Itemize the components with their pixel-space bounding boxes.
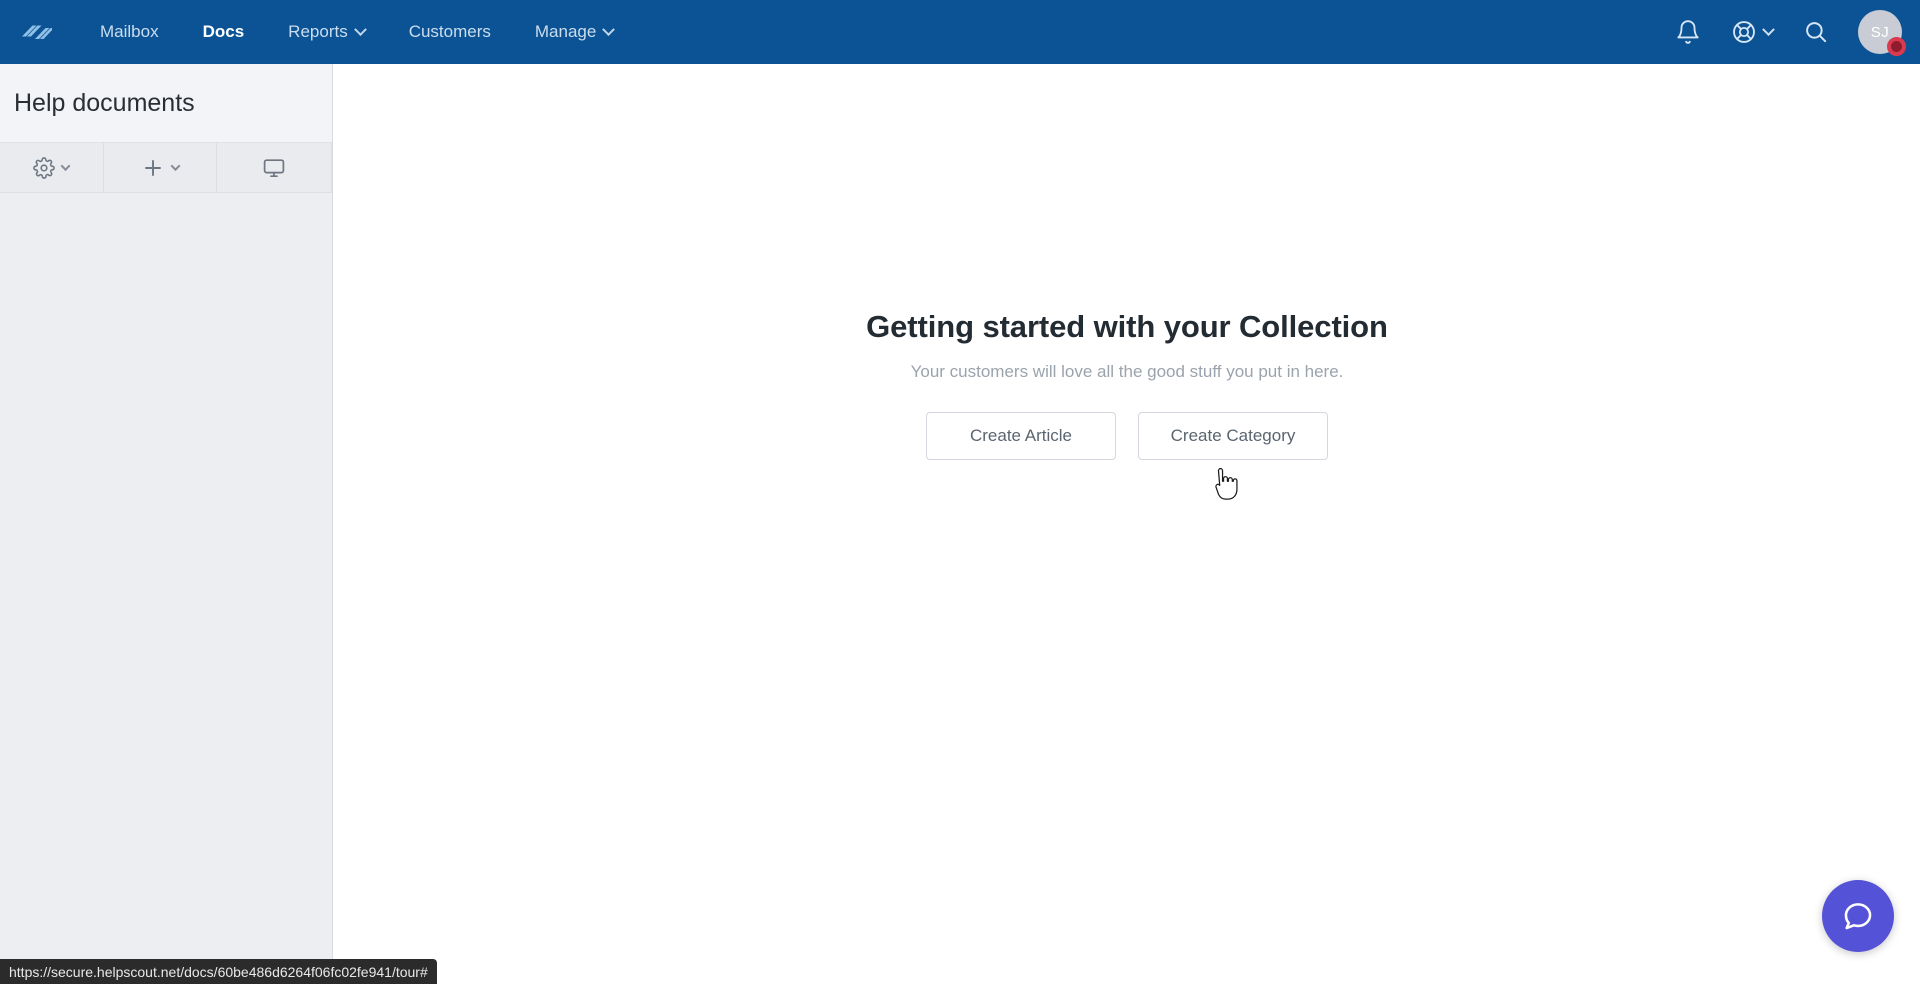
sidebar-collection-list bbox=[0, 193, 332, 983]
mouse-cursor-pointer bbox=[1215, 468, 1238, 500]
nav-item-mailbox[interactable]: Mailbox bbox=[78, 0, 181, 64]
nav-item-label: Docs bbox=[202, 22, 245, 41]
main-content: Getting started with your Collection You… bbox=[334, 64, 1920, 984]
create-category-button[interactable]: Create Category bbox=[1138, 412, 1328, 460]
top-navigation-bar: Mailbox Docs Reports Customers Manage SJ bbox=[0, 0, 1920, 64]
sidebar-add-button[interactable] bbox=[104, 143, 218, 192]
help-beacon-button[interactable] bbox=[1822, 880, 1894, 952]
plus-icon bbox=[145, 159, 161, 176]
empty-state-title: Getting started with your Collection bbox=[866, 309, 1388, 344]
sidebar-toolbar bbox=[0, 143, 332, 193]
chevron-down-icon bbox=[353, 22, 367, 36]
nav-item-manage[interactable]: Manage bbox=[513, 0, 635, 64]
create-article-button[interactable]: Create Article bbox=[926, 412, 1116, 460]
nav-item-label: Customers bbox=[408, 22, 491, 41]
nav-item-label: Manage bbox=[534, 22, 597, 41]
nav-item-customers[interactable]: Customers bbox=[387, 0, 513, 64]
avatar[interactable]: SJ bbox=[1858, 10, 1906, 56]
nav-item-label: Reports bbox=[288, 22, 348, 41]
search-icon bbox=[1806, 22, 1827, 43]
sidebar-header: Help documents bbox=[0, 64, 332, 143]
status-badge bbox=[1887, 37, 1906, 56]
nav-item-reports[interactable]: Reports bbox=[266, 0, 387, 64]
page-title: Help documents bbox=[14, 88, 195, 117]
lifebuoy-icon bbox=[1733, 21, 1755, 43]
chevron-down-icon bbox=[170, 161, 181, 172]
nav-utility-icons: SJ bbox=[1660, 0, 1920, 64]
chevron-down-icon bbox=[602, 22, 616, 36]
notifications-button[interactable] bbox=[1660, 0, 1716, 64]
primary-nav-items: Mailbox Docs Reports Customers Manage bbox=[78, 0, 635, 64]
monitor-icon bbox=[263, 158, 285, 177]
sidebar: Help documents bbox=[0, 64, 333, 984]
chevron-down-icon bbox=[60, 161, 71, 172]
browser-status-bar: https://secure.helpscout.net/docs/60be48… bbox=[0, 959, 437, 984]
empty-state-actions: Create Article Create Category bbox=[334, 412, 1920, 460]
bell-icon bbox=[1677, 20, 1699, 44]
status-bar-url: https://secure.helpscout.net/docs/60be48… bbox=[9, 963, 428, 980]
nav-item-label: Mailbox bbox=[100, 22, 159, 41]
gear-icon bbox=[33, 156, 56, 179]
chevron-down-icon bbox=[1762, 22, 1775, 36]
helpscout-logo[interactable] bbox=[18, 15, 52, 49]
sidebar-preview-button[interactable] bbox=[217, 143, 332, 192]
search-button[interactable] bbox=[1788, 0, 1844, 64]
chat-bubble-icon bbox=[1844, 903, 1872, 930]
help-menu-button[interactable] bbox=[1716, 0, 1788, 64]
empty-state-subtitle: Your customers will love all the good st… bbox=[910, 362, 1344, 381]
sidebar-settings-button[interactable] bbox=[0, 143, 104, 192]
nav-item-docs[interactable]: Docs bbox=[181, 0, 267, 64]
collection-empty-state: Getting started with your Collection You… bbox=[334, 309, 1920, 460]
